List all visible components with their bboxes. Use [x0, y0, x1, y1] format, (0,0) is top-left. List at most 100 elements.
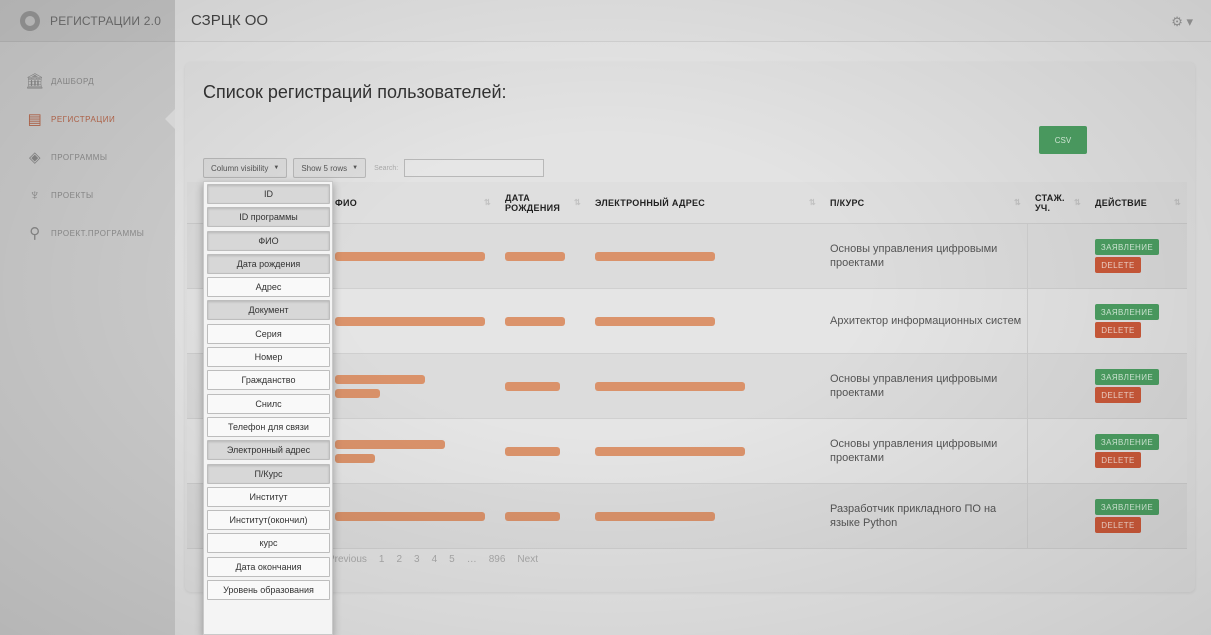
pagination-page[interactable]: 4 — [432, 554, 438, 565]
sidebar-item-label: ПРОЕКТЫ — [51, 190, 94, 200]
application-button[interactable]: ЗАЯВЛЕНИЕ — [1095, 499, 1159, 515]
column-toggle[interactable]: Дата окончания — [207, 556, 330, 577]
redacted-text — [505, 446, 560, 456]
cell-stazh — [1027, 224, 1087, 288]
application-button[interactable]: ЗАЯВЛЕНИЕ — [1095, 434, 1159, 450]
settings-gear-icon[interactable]: ⚙ ▾ — [1171, 14, 1193, 30]
search-label: Search: — [374, 164, 399, 172]
pagination-next[interactable]: Next — [517, 554, 538, 565]
delete-button[interactable]: DELETE — [1095, 452, 1141, 468]
cell-fio — [327, 316, 497, 326]
delete-button[interactable]: DELETE — [1095, 517, 1141, 533]
cell-email — [587, 316, 822, 326]
action-group: ЗАЯВЛЕНИЕ DELETE — [1095, 304, 1187, 338]
column-toggle[interactable]: Гражданство — [207, 370, 330, 391]
column-toggle[interactable]: Документ — [207, 300, 330, 321]
column-toggle[interactable]: Институт — [207, 486, 330, 507]
action-group: ЗАЯВЛЕНИЕ DELETE — [1095, 239, 1187, 273]
column-toggle[interactable]: ID — [207, 184, 330, 204]
th-course[interactable]: П/КУРС — [822, 198, 1027, 208]
search-input[interactable] — [404, 159, 545, 177]
column-toggle[interactable]: Телефон для связи — [207, 416, 330, 437]
th-dob-label: ДАТА РОЖДЕНИЯ — [505, 192, 561, 213]
column-toggle[interactable]: Институт(окончил) — [207, 510, 330, 531]
cell-action: ЗАЯВЛЕНИЕ DELETE — [1087, 499, 1187, 533]
redacted-text — [595, 316, 715, 326]
sidebar-item-4[interactable]: ⚲ ПРОЕКТ.ПРОГРАММЫ — [0, 214, 175, 252]
column-toggle[interactable]: ID программы — [207, 207, 330, 228]
column-toggle[interactable]: курс — [207, 533, 330, 554]
pagination-previous[interactable]: Previous — [328, 554, 367, 565]
pagination-page[interactable]: 3 — [414, 554, 420, 565]
action-group: ЗАЯВЛЕНИЕ DELETE — [1095, 499, 1187, 533]
column-toggle[interactable]: П/Курс — [207, 463, 330, 484]
registrations-panel: Список регистраций пользователей: CSV Co… — [185, 62, 1195, 592]
cell-course: Основы управления цифровыми проектами — [830, 243, 998, 269]
registrations-table: ФИО ДАТА РОЖДЕНИЯ ЭЛЕКТРОННЫЙ АДРЕС П/КУ… — [187, 182, 1187, 549]
column-toggle[interactable]: Уровень образования — [207, 580, 330, 601]
th-stazh-label: СТАЖ. УЧ. — [1035, 192, 1065, 213]
page-title: Список регистраций пользователей: — [203, 82, 507, 102]
cell-email — [587, 251, 822, 261]
application-button[interactable]: ЗАЯВЛЕНИЕ — [1095, 369, 1159, 385]
brand[interactable]: РЕГИСТРАЦИИ 2.0 — [0, 0, 175, 42]
column-visibility-button[interactable]: Column visibility ▼ — [203, 158, 288, 178]
column-visibility-label: Column visibility — [211, 163, 269, 173]
sidebar-item-2[interactable]: ◈ ПРОГРАММЫ — [0, 138, 175, 176]
th-email[interactable]: ЭЛЕКТРОННЫЙ АДРЕС — [587, 198, 822, 208]
column-toggle[interactable]: ФИО — [207, 230, 330, 251]
delete-button[interactable]: DELETE — [1095, 257, 1141, 273]
cell-stazh — [1027, 354, 1087, 418]
sidebar-item-0[interactable]: 🏛 ДАШБОРД — [0, 62, 175, 100]
pagination: Previous 1 2 3 4 5 … 896 Next — [328, 554, 538, 565]
th-stazh[interactable]: СТАЖ. УЧ. — [1027, 193, 1087, 213]
show-rows-button[interactable]: Show 5 rows ▼ — [293, 158, 367, 178]
redacted-text — [335, 374, 425, 384]
column-toggle[interactable]: Номер — [207, 347, 330, 368]
column-toggle[interactable]: Адрес — [207, 277, 330, 298]
redacted-text — [335, 511, 485, 521]
delete-button[interactable]: DELETE — [1095, 387, 1141, 403]
cell-stazh — [1027, 419, 1087, 483]
delete-button[interactable]: DELETE — [1095, 322, 1141, 338]
logo-icon — [20, 10, 40, 31]
cell-email — [587, 511, 822, 521]
column-toggle[interactable]: Электронный адрес — [207, 440, 330, 461]
cell-fio — [327, 374, 497, 398]
cell-dob — [497, 381, 587, 391]
sidebar-item-label: ДАШБОРД — [51, 76, 95, 86]
pagination-page[interactable]: 896 — [489, 554, 506, 565]
table-row: Основы управления цифровыми проектами ЗАЯ… — [187, 354, 1187, 419]
column-toggle[interactable]: Серия — [207, 323, 330, 344]
cell-course: Основы управления цифровыми проектами — [830, 438, 998, 464]
pagination-page[interactable]: 5 — [449, 554, 455, 565]
th-fio[interactable]: ФИО — [327, 198, 497, 208]
application-button[interactable]: ЗАЯВЛЕНИЕ — [1095, 239, 1159, 255]
trophy-icon: ♆ — [29, 186, 41, 204]
pagination-page[interactable]: … — [467, 554, 477, 565]
column-toggle[interactable]: Снилс — [207, 393, 330, 414]
column-toggle[interactable]: Дата рождения — [207, 253, 330, 274]
cell-course: Основы управления цифровыми проектами — [830, 373, 998, 399]
sidebar-item-label: РЕГИСТРАЦИИ — [51, 114, 116, 124]
table-row: Основы управления цифровыми проектами ЗАЯ… — [187, 224, 1187, 289]
cell-email — [587, 381, 822, 391]
sidebar-item-3[interactable]: ♆ ПРОЕКТЫ — [0, 176, 175, 214]
th-action[interactable]: ДЕЙСТВИЕ — [1087, 198, 1187, 208]
table-row: Архитектор информационных систем ЗАЯВЛЕНИ… — [187, 289, 1187, 354]
redacted-text — [595, 511, 715, 521]
user-icon: ⚲ — [29, 225, 41, 242]
pagination-page[interactable]: 1 — [379, 554, 385, 565]
th-dob[interactable]: ДАТА РОЖДЕНИЯ — [497, 193, 587, 213]
caret-down-icon: ▼ — [352, 165, 359, 171]
application-button[interactable]: ЗАЯВЛЕНИЕ — [1095, 304, 1159, 320]
redacted-text — [335, 388, 380, 398]
cell-stazh — [1027, 484, 1087, 548]
pagination-page[interactable]: 2 — [396, 554, 402, 565]
cell-fio — [327, 439, 497, 463]
sidebar-item-1[interactable]: ▤ РЕГИСТРАЦИИ — [0, 100, 175, 138]
redacted-text — [505, 511, 560, 521]
org-title: СЗРЦК ОО — [191, 12, 269, 29]
redacted-text — [335, 316, 485, 326]
csv-button[interactable]: CSV — [1039, 126, 1087, 154]
